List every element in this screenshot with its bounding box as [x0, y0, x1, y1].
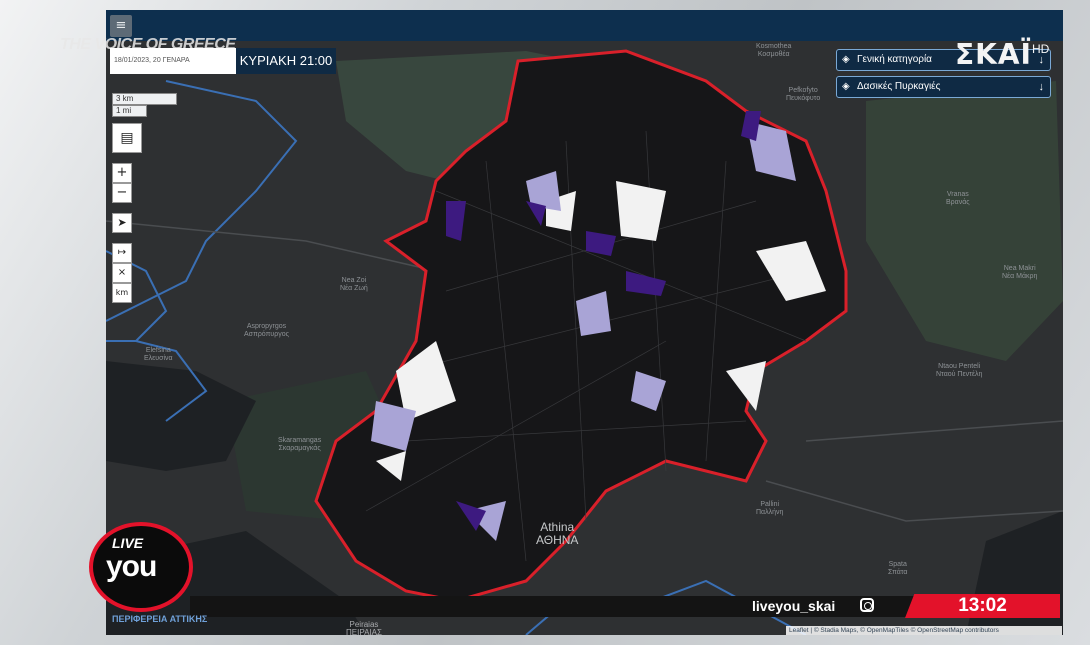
social-handle: liveyou_skai	[752, 598, 836, 614]
place-label: Spata Σπάτα	[888, 561, 908, 576]
locate-icon[interactable]: ➤	[112, 213, 132, 233]
place-label: Aspropyrgos Ασπρόπυργος	[244, 323, 290, 338]
live-label: LIVE	[112, 535, 144, 551]
layers-icon: ◈	[842, 81, 850, 92]
place-label: Vranas Βρανάς	[946, 191, 970, 206]
promo-time: ΚΥΡΙΑΚΗ 21:00	[236, 48, 336, 74]
place-label: Pefkofyto Πευκόφυτο	[786, 87, 821, 102]
place-label: Elefsina Ελευσίνα	[144, 347, 173, 362]
fire-layer-select-label: Δασικές Πυρκαγιές	[857, 81, 941, 92]
map-topbar: ≡	[106, 10, 1063, 41]
chevron-down-icon: ↓	[1038, 81, 1045, 93]
zoom-in-button[interactable]: +	[112, 163, 132, 183]
fire-layer-select[interactable]: ◈ Δασικές Πυρκαγιές ↓	[836, 76, 1051, 98]
region-label: ΠΕΡΙΦΕΡΕΙΑ ΑΤΤΙΚΗΣ	[112, 614, 208, 624]
place-label: Nea Makri Νέα Μάκρη	[1002, 265, 1038, 280]
broadcast-clock: 13:02	[905, 594, 1060, 618]
place-label: Pallini Παλλήνη	[756, 501, 784, 516]
show-label: you	[106, 550, 157, 583]
channel-hd-label: HD	[1032, 42, 1050, 56]
place-label: Ntaou Penteli Νταού Πεντέλη	[936, 363, 983, 378]
layers-icon[interactable]: ▤	[112, 123, 142, 153]
instagram-icon	[860, 598, 874, 612]
zoom-out-button[interactable]: −	[112, 183, 132, 203]
scale-km: 3 km	[112, 93, 177, 105]
map-canvas[interactable]: 3 km 1 mi ▤ + − ➤ ↦ × km ◈ Γενική κατηγο…	[106, 41, 1063, 635]
place-label: Nea Zoi Νέα Ζωή	[340, 277, 368, 292]
map-screen: ≡ 3 km 1 mi ▤ + − ➤ ↦ × km ◈ Γενική κατη…	[106, 10, 1063, 635]
place-label-peiraias: Peiraias ΠΕΙΡΑΙΑΣ	[346, 620, 382, 636]
place-label-athina: Athina ΑΘΗΝΑ	[536, 520, 579, 547]
map-attribution[interactable]: Leaflet | © Stadia Maps, © OpenMapTiles …	[786, 626, 1062, 635]
channel-logo: ΣΚΑΪ	[955, 38, 1032, 71]
unit-toggle[interactable]: km	[112, 283, 132, 303]
menu-icon[interactable]: ≡	[110, 15, 132, 37]
place-label: Kosmothea Κοσμοθέα	[756, 43, 792, 58]
date-strip: 18/01/2023, 20 ΓΕΝΑΡΑ	[110, 48, 237, 74]
layers-icon: ◈	[842, 54, 850, 65]
place-label: Skaramangas Σκαραμαγκάς	[278, 437, 322, 452]
category-select-label: Γενική κατηγορία	[857, 54, 932, 65]
scale-mi: 1 mi	[112, 105, 147, 117]
clear-icon[interactable]: ×	[112, 263, 132, 283]
measure-icon[interactable]: ↦	[112, 243, 132, 263]
